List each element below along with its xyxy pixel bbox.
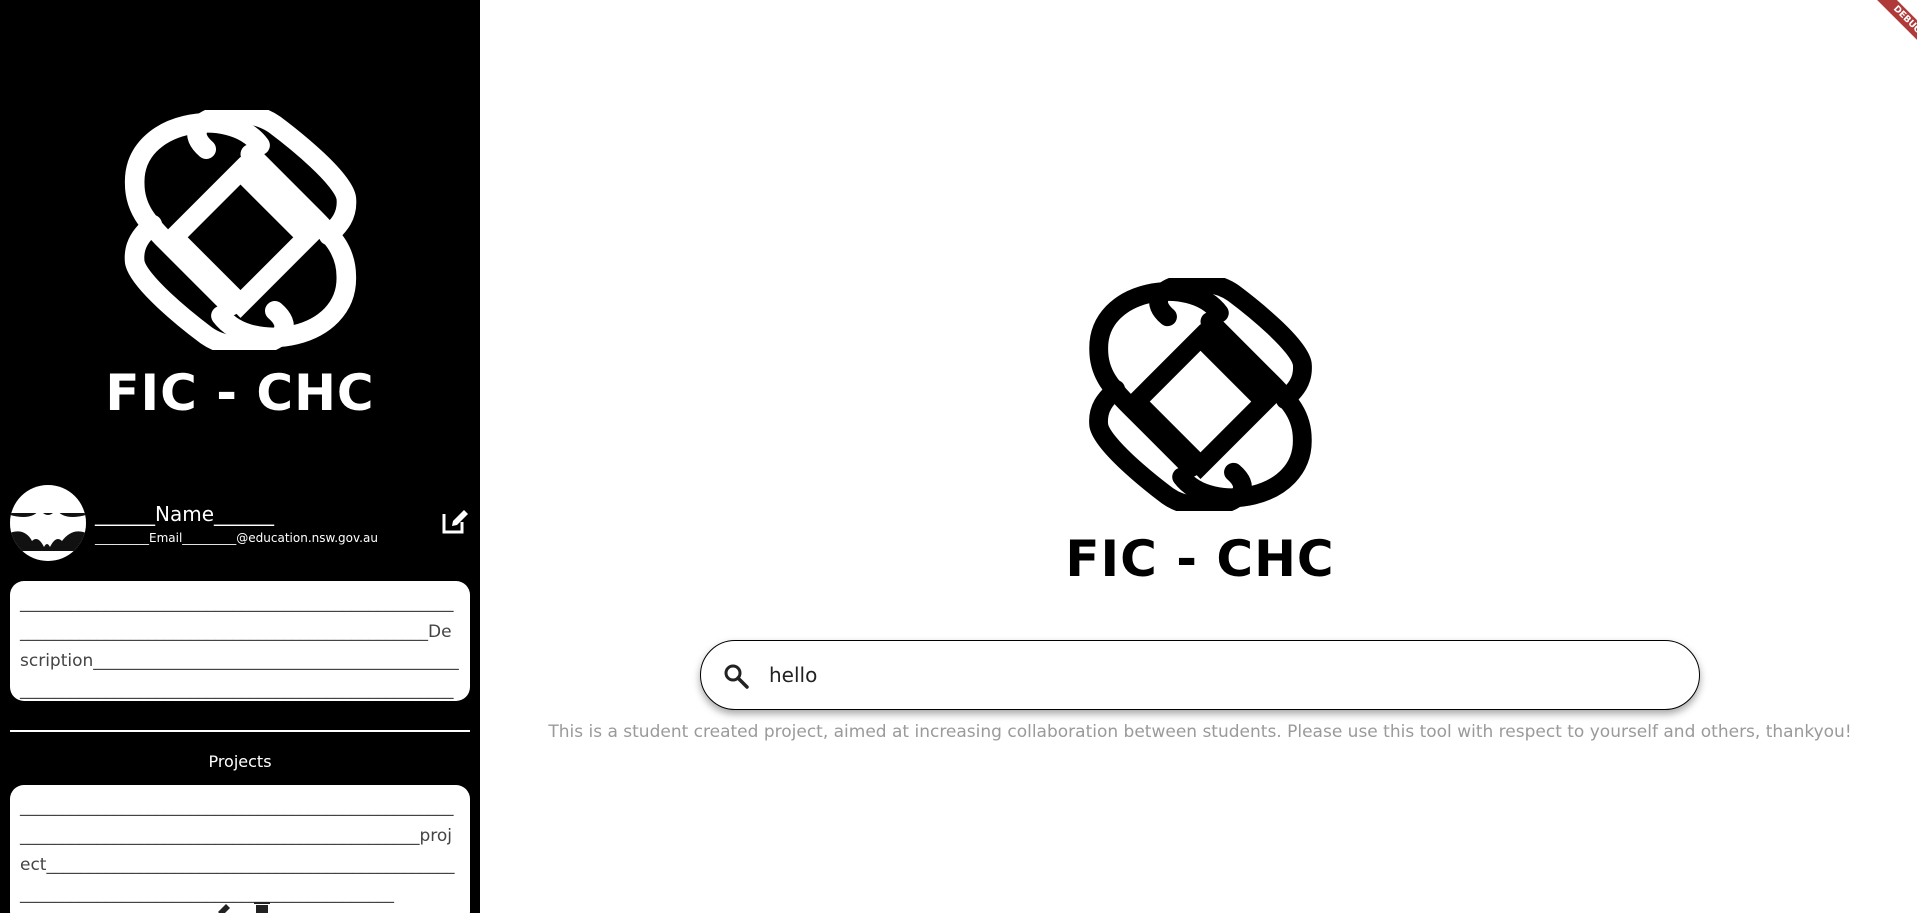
avatar-bat-icon: [10, 509, 86, 551]
debug-banner-label: DEBUG: [1866, 0, 1917, 60]
search-icon[interactable]: [721, 661, 751, 691]
divider: [10, 730, 470, 732]
projects-title: Projects: [208, 752, 272, 771]
sidebar: FIC - CHC ______Name______ _________Emai…: [0, 0, 480, 913]
project-actions: [218, 902, 270, 913]
project-text: ________________________________________…: [20, 797, 455, 904]
fic-chc-logo: [124, 110, 357, 350]
pin-icon[interactable]: [218, 904, 230, 913]
edit-profile-button[interactable]: [440, 506, 470, 536]
project-card[interactable]: ________________________________________…: [10, 785, 470, 913]
disclaimer-text: This is a student created project, aimed…: [548, 722, 1852, 742]
main-logo-text: FIC - CHC: [1065, 530, 1335, 588]
profile-name: ______Name______: [95, 502, 275, 526]
delete-icon[interactable]: [254, 902, 270, 913]
search-bar[interactable]: [700, 640, 1700, 710]
description-card: ________________________________________…: [10, 581, 470, 701]
edit-icon: [442, 510, 468, 534]
avatar[interactable]: [10, 485, 86, 561]
profile-email: _________Email_________@education.nsw.go…: [95, 531, 378, 545]
search-input[interactable]: [769, 653, 1669, 697]
fic-chc-logo: [1089, 278, 1312, 511]
sidebar-logo-text: FIC - CHC: [105, 364, 375, 422]
debug-banner: DEBUG: [1857, 0, 1917, 60]
